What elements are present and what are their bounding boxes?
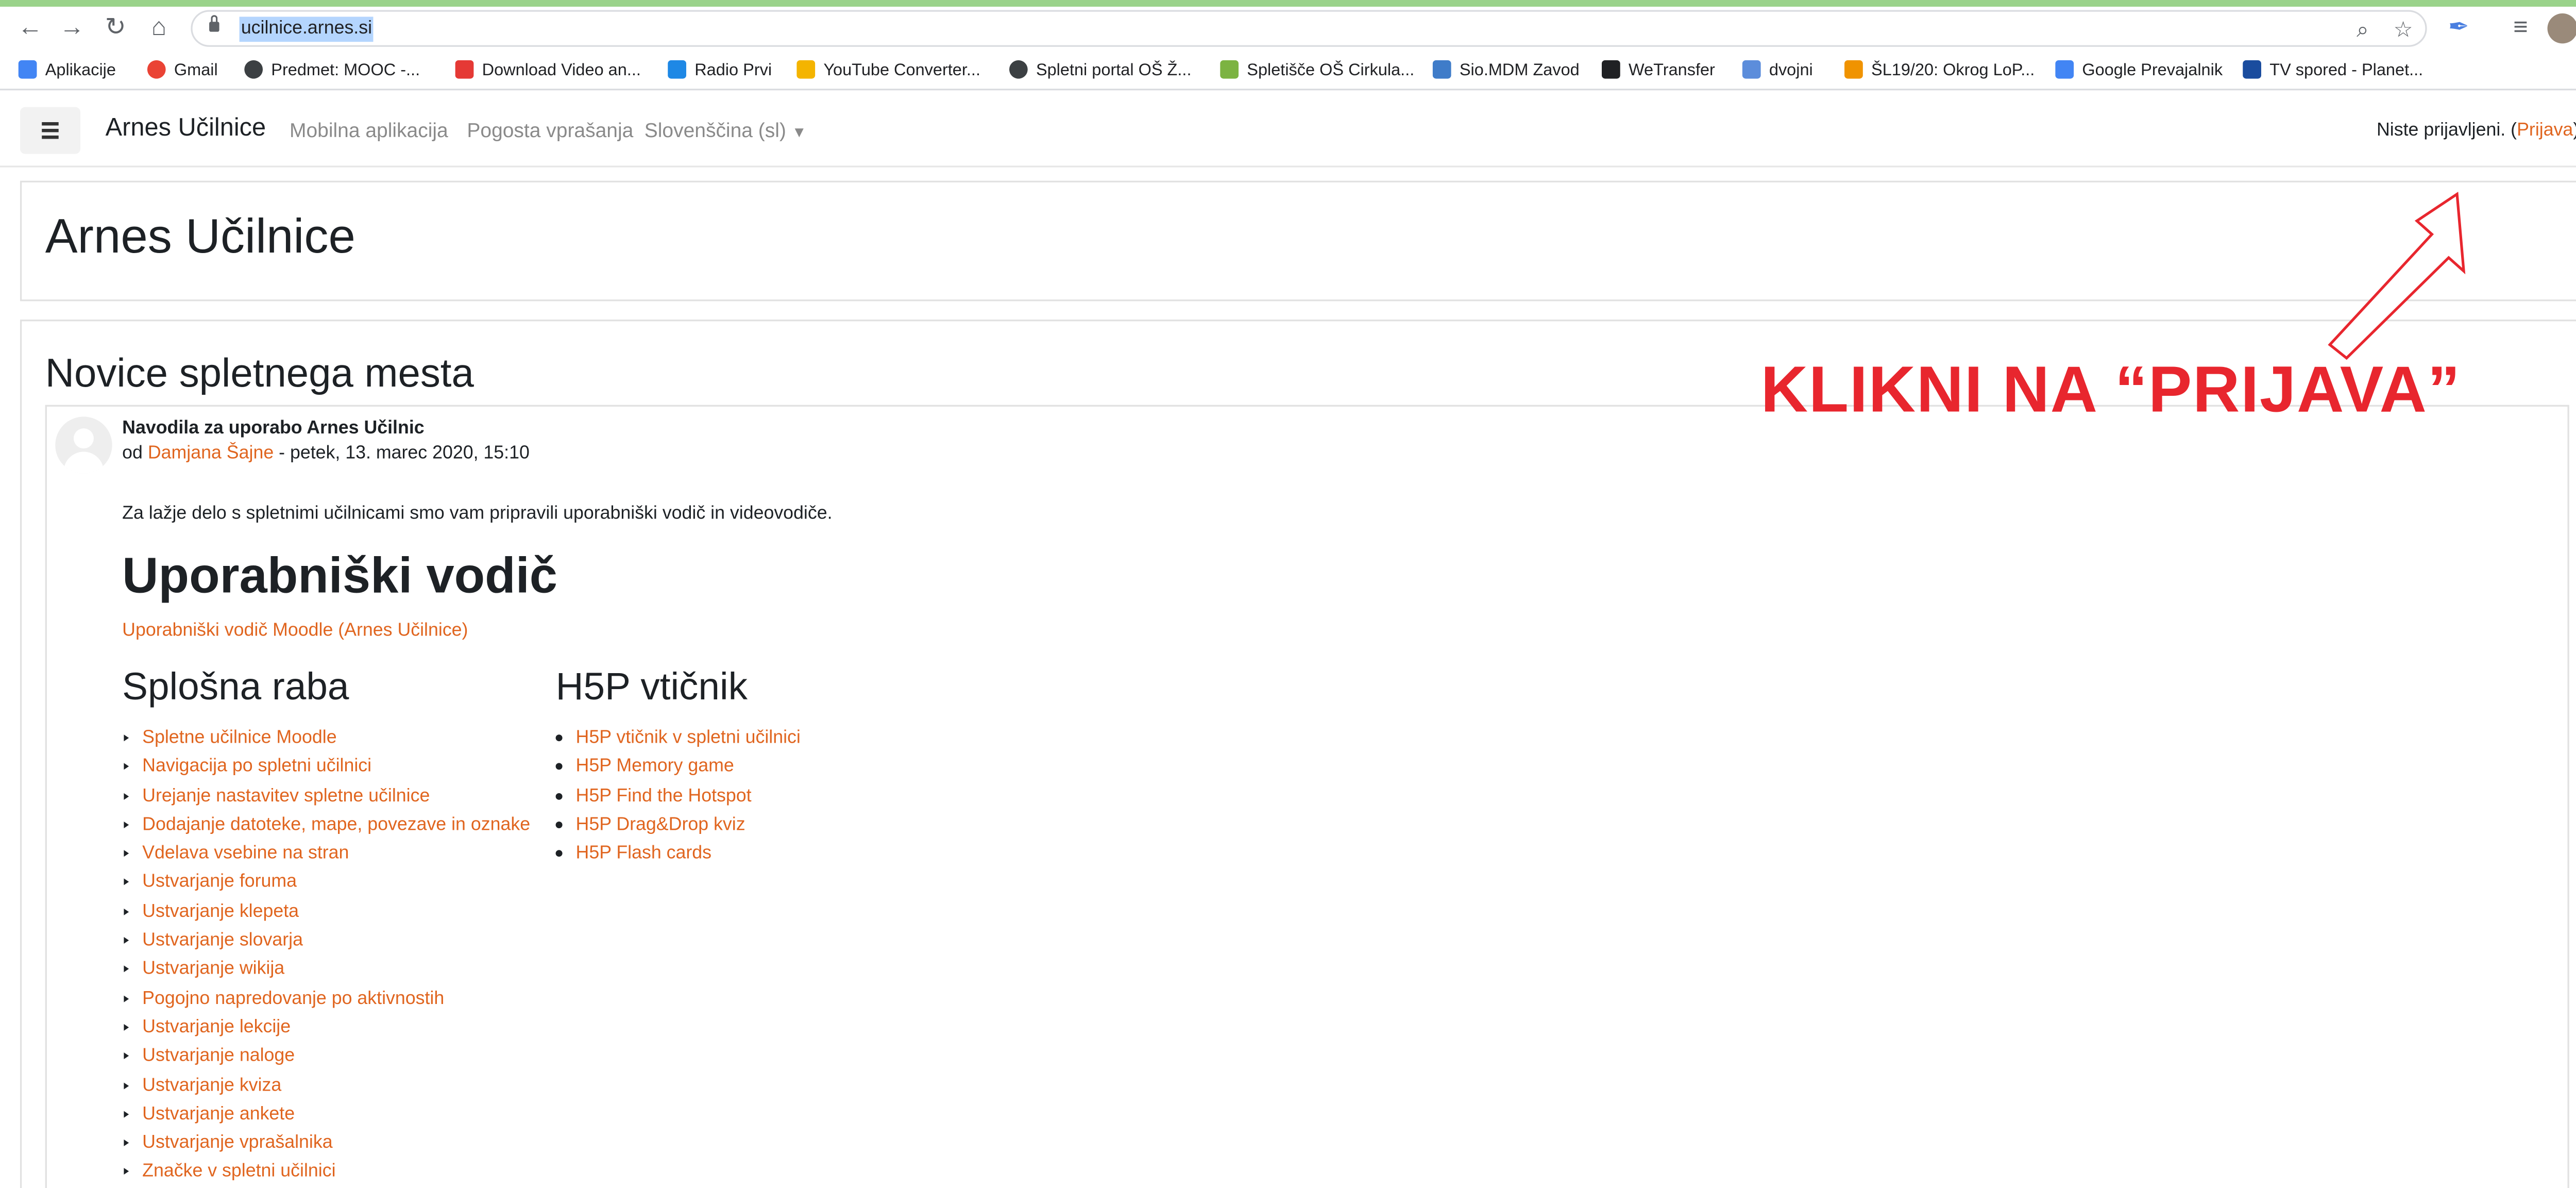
h5p-list: H5P vtičnik v spletni učilnici H5P Memory… xyxy=(555,725,801,869)
bookmark-wetransfer[interactable]: WeTransfer xyxy=(1602,59,1715,86)
translate-icon xyxy=(2055,60,2074,79)
home-icon[interactable]: ⌂ xyxy=(144,13,174,43)
guide-link[interactable]: Uporabniški vodič Moodle (Arnes Učilnice… xyxy=(122,621,468,641)
zoom-icon[interactable]: ⌕ xyxy=(2357,16,2369,43)
converter-icon xyxy=(796,60,816,79)
globe-icon xyxy=(244,60,263,79)
back-arrow-icon[interactable]: ← xyxy=(15,13,45,43)
general-use-heading: Splošna raba xyxy=(122,664,349,708)
h5p-link-item[interactable]: H5P vtičnik v spletni učilnici xyxy=(555,725,801,754)
apps-grid-icon xyxy=(18,60,37,79)
bookmark-spletni-portal[interactable]: Spletni portal OŠ Ž... xyxy=(1009,59,1192,86)
page-header-card xyxy=(20,180,2576,302)
bookmark-google-prevajalnik[interactable]: Google Prevajalnik xyxy=(2055,59,2223,86)
site-brand[interactable]: Arnes Učilnice xyxy=(106,114,266,142)
bookmark-predmet-mooc[interactable]: Predmet: MOOC -... xyxy=(244,59,420,86)
bookmarks-bar: Aplikacije Gmail Predmet: MOOC -... Down… xyxy=(0,55,2576,91)
caret-down-icon: ▼ xyxy=(791,124,807,141)
post-intro: Za lažje delo s spletnimi učilnicami smo… xyxy=(122,504,833,524)
general-use-link-item[interactable]: Vdelava vsebine na stran xyxy=(122,840,530,869)
screen: ← → ↻ ⌂ ucilnice.arnes.si ⌕ ☆ ✒ ≡ ⋮ Apli… xyxy=(0,0,2576,1188)
annotation-arrow-icon xyxy=(2328,192,2466,360)
general-use-link-item[interactable]: Pogojno napredovanje po aktivnostih xyxy=(122,985,530,1014)
login-link[interactable]: Prijava xyxy=(2517,121,2573,141)
star-icon xyxy=(1844,60,1863,79)
google-icon xyxy=(147,60,166,79)
post-subject: Navodila za uporabo Arnes Učilnic xyxy=(122,418,425,439)
general-use-link-item[interactable]: Ustvarjanje wikija xyxy=(122,956,530,985)
site-navbar: Arnes Učilnice Mobilna aplikacija Pogost… xyxy=(0,95,2576,168)
annotation-text: KLIKNI NA “PRIJAVA” xyxy=(1760,355,2461,427)
bookmark-tv-spored[interactable]: TV spored - Planet... xyxy=(2243,59,2423,86)
browser-top-strip xyxy=(0,0,2576,7)
bookmark-youtube-converter[interactable]: YouTube Converter... xyxy=(796,59,980,86)
general-use-link-item[interactable]: Urejanje nastavitev spletne učilnice xyxy=(122,782,530,811)
wetransfer-icon xyxy=(1602,60,1620,79)
url-text[interactable]: ucilnice.arnes.si xyxy=(239,16,374,42)
language-selector[interactable]: Slovenščina (sl) ▼ xyxy=(645,119,807,142)
bookmark-gmail[interactable]: Gmail xyxy=(147,59,218,86)
page-title: Arnes Učilnice xyxy=(45,211,355,264)
general-use-link-item[interactable]: Ustvarjanje slovarja xyxy=(122,927,530,956)
nav-link-faq[interactable]: Pogosta vprašanja xyxy=(467,119,633,142)
bookmark-sl1920[interactable]: ŠL19/20: Okrog LoP... xyxy=(1844,59,2035,86)
tv-icon xyxy=(2243,60,2261,79)
bookmark-radio-prvi[interactable]: Radio Prvi xyxy=(668,59,772,86)
general-use-link-item[interactable]: Ustvarjanje foruma xyxy=(122,869,530,898)
general-use-link-item[interactable]: Dodajanje datoteke, mape, povezave in oz… xyxy=(122,811,530,840)
general-use-link-item[interactable]: Spletne učilnice Moodle xyxy=(122,725,530,754)
bookmark-aplikacije[interactable]: Aplikacije xyxy=(18,59,116,86)
author-avatar[interactable] xyxy=(55,416,112,474)
shield-icon xyxy=(1742,60,1761,79)
site-news-title: Novice spletnega mesta xyxy=(45,351,474,397)
author-link[interactable]: Damjana Šajne xyxy=(148,443,274,463)
profile-avatar-icon[interactable] xyxy=(2547,13,2576,44)
forward-arrow-icon[interactable]: → xyxy=(57,13,87,43)
h5p-link-item[interactable]: H5P Drag&Drop kviz xyxy=(555,811,801,840)
h5p-link-item[interactable]: H5P Memory game xyxy=(555,754,801,782)
post-meta: od Damjana Šajne - petek, 13. marec 2020… xyxy=(122,443,530,464)
globe-icon xyxy=(1009,60,1028,79)
general-use-list: Spletne učilnice Moodle Navigacija po spl… xyxy=(122,725,530,1187)
nav-link-mobile-app[interactable]: Mobilna aplikacija xyxy=(290,119,448,142)
general-use-link-item[interactable]: Ustvarjanje lekcije xyxy=(122,1014,530,1043)
general-use-link-item[interactable]: Značke v spletni učilnici xyxy=(122,1159,530,1187)
general-use-link-item[interactable]: Ustvarjanje naloge xyxy=(122,1043,530,1072)
general-use-link-item[interactable]: Ustvarjanje klepeta xyxy=(122,898,530,927)
radio-icon xyxy=(668,60,686,79)
h5p-heading: H5P vtičnik xyxy=(555,664,748,708)
general-use-link-item[interactable]: Ustvarjanje ankete xyxy=(122,1101,530,1130)
playlist-icon[interactable]: ≡ xyxy=(2505,13,2535,43)
bookmark-sio-mdm[interactable]: Sio.MDM Zavod xyxy=(1432,59,1580,86)
lock-icon xyxy=(209,15,219,32)
h5p-link-item[interactable]: H5P Find the Hotspot xyxy=(555,782,801,811)
download-icon xyxy=(455,60,474,79)
browser-toolbar: ← → ↻ ⌂ ucilnice.arnes.si ⌕ ☆ ✒ ≡ ⋮ xyxy=(0,6,2576,52)
login-status: Niste prijavljeni. (Prijava) xyxy=(2377,120,2576,141)
hamburger-menu-icon[interactable] xyxy=(20,107,80,154)
bookmark-spletisce[interactable]: Spletišče OŠ Cirkula... xyxy=(1220,59,1414,86)
guide-heading: Uporabniški vodič xyxy=(122,548,558,604)
general-use-link-item[interactable]: Ustvarjanje kviza xyxy=(122,1072,530,1101)
bookmark-download-video[interactable]: Download Video an... xyxy=(455,59,641,86)
address-bar[interactable]: ucilnice.arnes.si ⌕ ☆ xyxy=(191,10,2427,47)
reload-icon[interactable]: ↻ xyxy=(100,13,130,43)
school-icon xyxy=(1220,60,1239,79)
general-use-link-item[interactable]: Navigacija po spletni učilnici xyxy=(122,754,530,782)
sio-icon xyxy=(1432,60,1451,79)
h5p-link-item[interactable]: H5P Flash cards xyxy=(555,840,801,869)
bookmark-dvojni[interactable]: dvojni xyxy=(1742,59,1813,86)
bookmark-star-icon[interactable]: ☆ xyxy=(2394,16,2413,43)
general-use-link-item[interactable]: Ustvarjanje vprašalnika xyxy=(122,1130,530,1159)
extension-feather-icon[interactable]: ✒ xyxy=(2444,13,2473,43)
